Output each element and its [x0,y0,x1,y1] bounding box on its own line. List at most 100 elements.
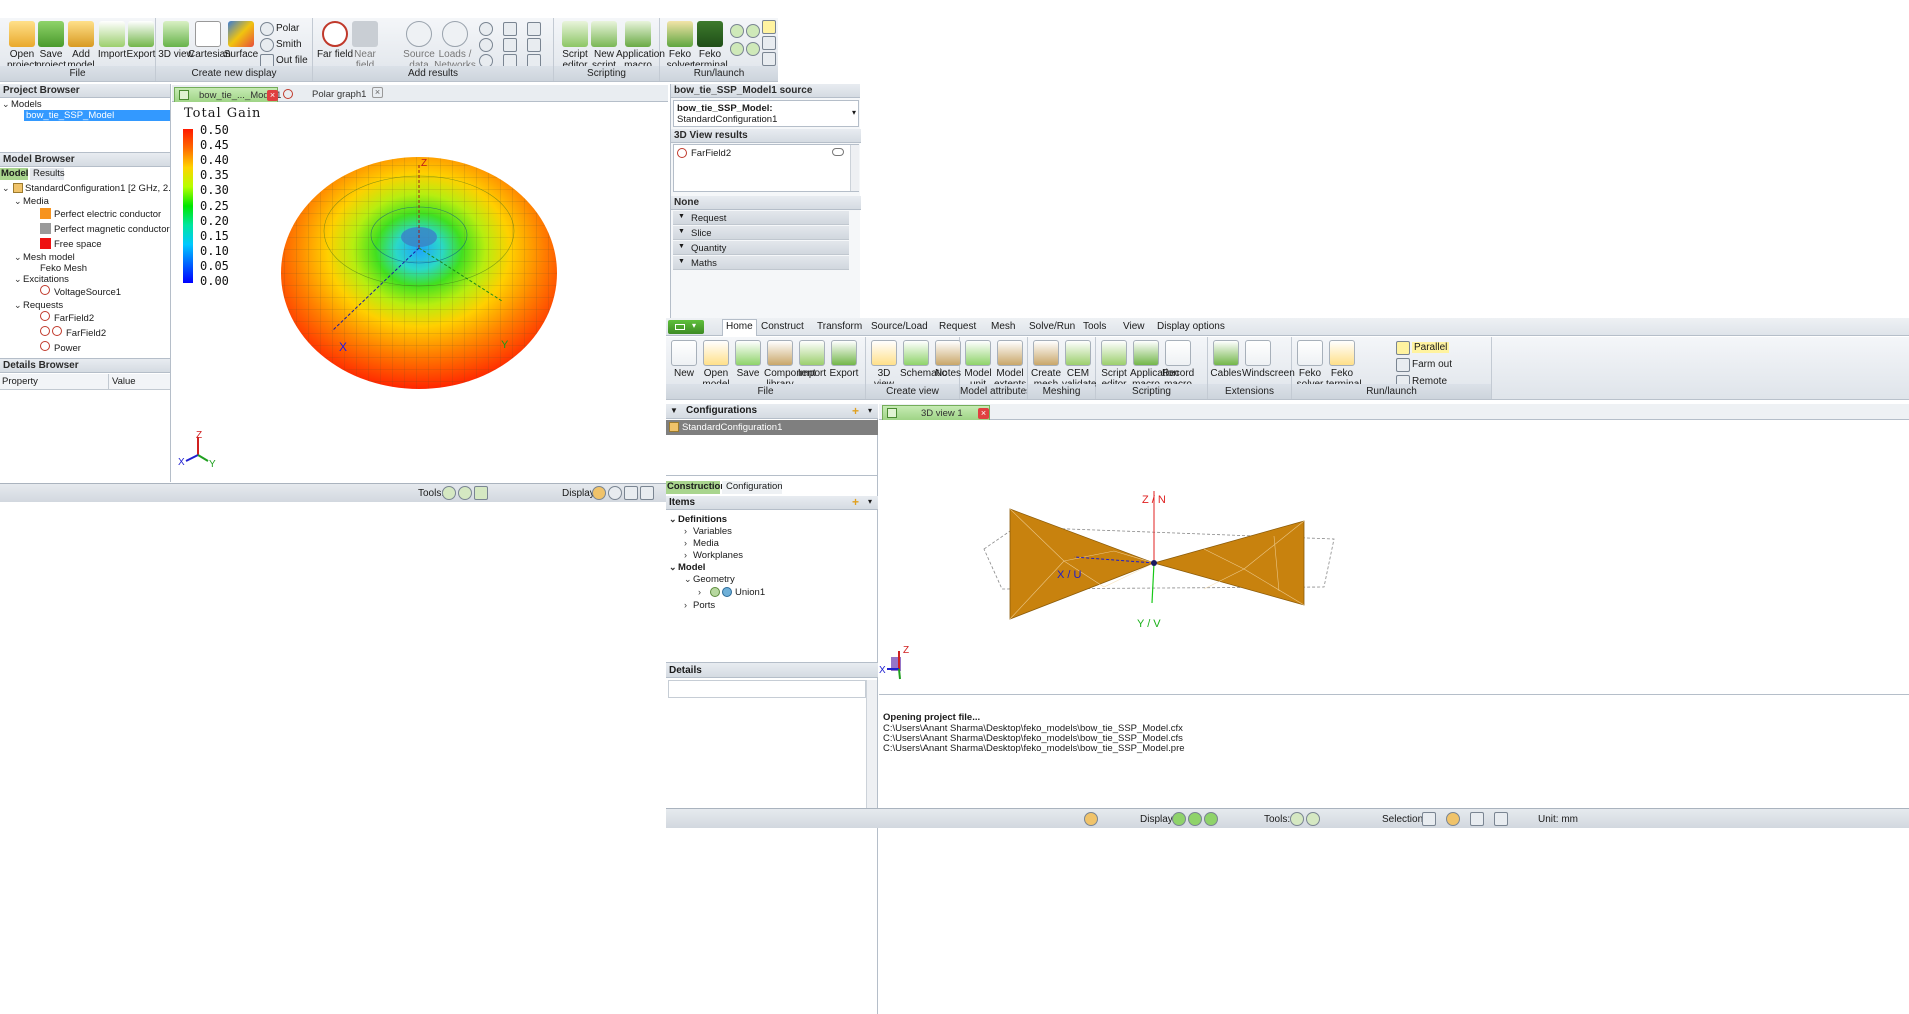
geometry-node[interactable]: ⌄Geometry [684,574,735,585]
section-quantity[interactable]: ▼ Quantity [673,241,849,255]
script-editor-button[interactable]: Script editor [1098,340,1130,390]
display-icon[interactable] [608,486,622,500]
request-item[interactable]: Power [54,343,81,354]
configuration-item[interactable]: StandardConfiguration1 [666,420,878,435]
chevron-down-icon[interactable]: ⌄ [14,196,23,207]
chevron-right-icon[interactable]: › [684,538,693,548]
models-node[interactable]: ⌄Models [2,99,42,110]
cables-button[interactable]: Cables [1210,340,1242,379]
menu-tab-construct[interactable]: Construct [758,321,807,332]
display-icon[interactable] [640,486,654,500]
schematic-button[interactable]: Schematic [900,340,947,379]
record-macro-button[interactable]: Record macro [1162,340,1194,390]
chevron-down-icon[interactable]: ⌄ [2,99,11,110]
menu-tab-mesh[interactable]: Mesh [988,321,1018,332]
chevron-down-icon[interactable]: ⌄ [14,274,23,285]
collapse-icon[interactable]: ▼ [678,258,685,265]
chevron-right-icon[interactable]: › [684,600,693,610]
status-icon[interactable] [1084,812,1098,826]
tool-icon[interactable] [1306,812,1320,826]
farm-out-icon[interactable] [762,36,776,50]
cursor-icon[interactable] [1422,812,1436,826]
result-option-icon[interactable] [503,22,517,36]
near-field-button[interactable]: Near field [345,21,385,71]
menu-tab-solve-run[interactable]: Solve/Run [1026,321,1078,332]
section-slice[interactable]: ▼ Slice [673,226,849,240]
requests-node[interactable]: ⌄Requests [14,300,63,311]
configuration-tab[interactable]: Configuration [722,481,783,494]
run-option-icon[interactable] [730,42,744,56]
menu-tab-source-load[interactable]: Source/Load [868,321,931,332]
chevron-down-icon[interactable]: ⌄ [669,562,678,573]
result-option-icon[interactable] [479,38,493,52]
export-button[interactable]: Export [828,340,860,379]
farm-out-button[interactable]: Farm out [1412,359,1452,370]
cadfeko-3d-view[interactable]: Z / N X / U Y / V Z X [879,421,1909,693]
export-button[interactable]: Export [121,21,161,60]
definitions-node[interactable]: ⌄Definitions [669,514,727,525]
import-button[interactable]: Import [796,340,828,379]
windscreen-button[interactable]: Windscreen [1242,340,1295,379]
mesh-item[interactable]: Feko Mesh [40,263,87,274]
add-icon[interactable]: + [852,495,859,509]
out-file-button[interactable]: Out file [276,55,308,66]
tool-icon[interactable] [474,486,488,500]
result-option-icon[interactable] [527,38,541,52]
definition-item[interactable]: › Variables [684,526,732,537]
smith-button[interactable]: Smith [276,39,302,50]
application-macro-button[interactable]: Application macro [616,21,665,71]
parallel-icon[interactable] [762,20,776,34]
section-request[interactable]: ▼ Request [673,211,849,225]
collapse-icon[interactable]: ▼ [678,213,685,220]
selection-filter-icon[interactable] [1470,812,1484,826]
cem-validate-button[interactable]: CEM validate [1062,340,1096,390]
tab-polar-graph[interactable]: Polar graph1 [312,89,366,100]
menu-tab-request[interactable]: Request [936,321,979,332]
collapse-icon[interactable]: ▼ [678,228,685,235]
source-selector[interactable]: bow_tie_SSP_Model: StandardConfiguration… [673,100,859,127]
chevron-down-icon[interactable]: ▾ [868,406,872,415]
chevron-down-icon[interactable]: ⌄ [14,252,23,263]
chevron-right-icon[interactable]: › [684,526,693,536]
feko-terminal-button[interactable]: Feko terminal [690,21,730,71]
value-column-header[interactable]: Value [112,376,136,387]
component-library-button[interactable]: Component library [764,340,816,390]
new-button[interactable]: New [668,340,700,379]
chevron-down-icon[interactable]: ▾ [868,497,872,506]
chevron-down-icon[interactable]: ⌄ [669,514,678,525]
definition-item[interactable]: › Media [684,538,719,549]
scrollbar[interactable] [866,680,877,808]
add-icon[interactable]: + [852,404,859,418]
excitation-item[interactable]: VoltageSource1 [54,287,121,298]
display-icon[interactable] [592,486,606,500]
close-icon[interactable]: × [978,408,989,419]
model-tab[interactable]: Model [0,168,28,180]
menu-tab-view[interactable]: View [1120,321,1148,332]
parallel-button[interactable]: Parallel [1412,342,1450,353]
result-item[interactable]: FarField2 [691,148,731,159]
far-field-plot-view[interactable]: Total Gain 0.50 0.45 0.40 0.35 0.30 0.25 0.20 0… [172,103,668,482]
ports-node[interactable]: › Ports [684,600,715,611]
result-option-icon[interactable] [503,38,517,52]
section-maths[interactable]: ▼ Maths [673,256,849,270]
mesh-model-node[interactable]: ⌄Mesh model [14,252,75,263]
tool-icon[interactable] [442,486,456,500]
close-icon[interactable]: × [372,87,383,98]
open-model-button[interactable]: Open model [700,340,732,390]
remote-icon[interactable] [762,52,776,66]
run-option-icon[interactable] [730,24,744,38]
property-column-header[interactable]: Property [2,376,38,387]
selection-filter-icon[interactable] [1494,812,1508,826]
chevron-right-icon[interactable]: › [684,550,693,560]
display-icon[interactable] [1188,812,1202,826]
feko-terminal-button[interactable]: Feko terminal [1326,340,1362,390]
chevron-down-icon[interactable]: ▾ [852,108,856,117]
chevron-down-icon[interactable]: ⌄ [2,183,11,194]
create-mesh-button[interactable]: Create mesh [1030,340,1062,390]
close-icon[interactable]: × [267,90,278,101]
run-option-icon[interactable] [746,24,760,38]
result-option-icon[interactable] [479,22,493,36]
application-macro-button[interactable]: Application macro [1130,340,1179,390]
display-icon[interactable] [1204,812,1218,826]
menu-tab-transform[interactable]: Transform [814,321,865,332]
